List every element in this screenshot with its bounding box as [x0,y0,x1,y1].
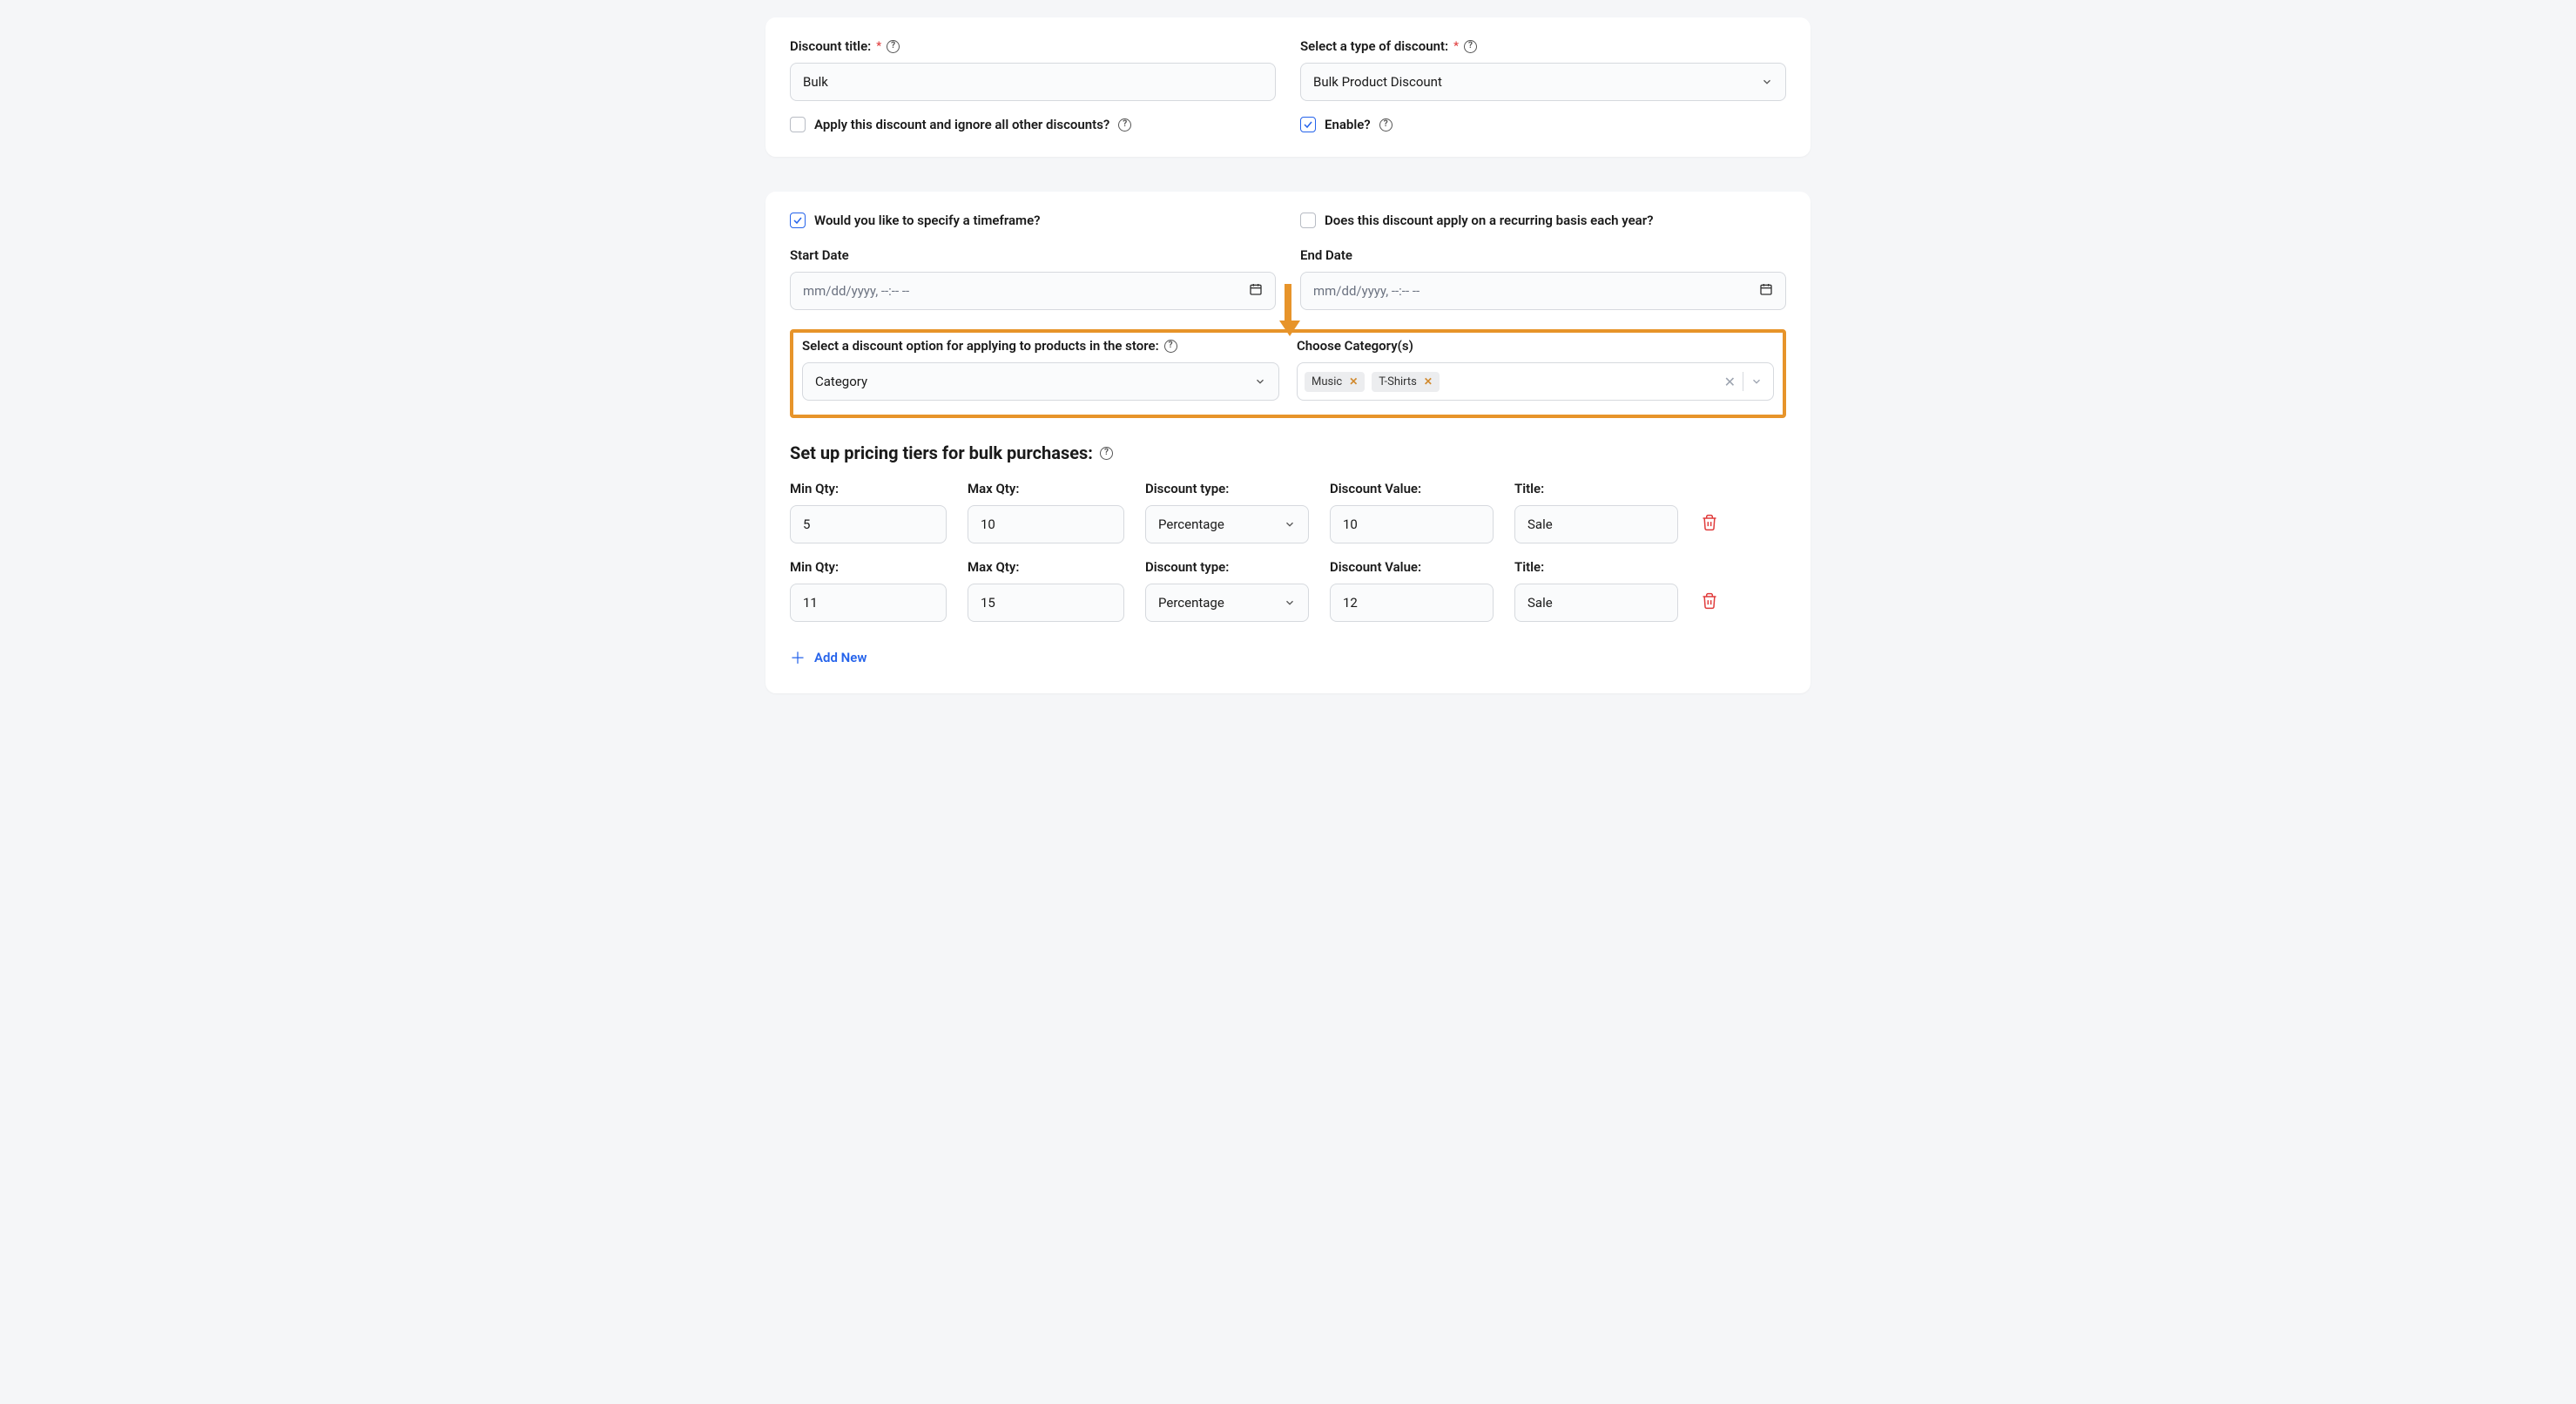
min-qty-label: Min Qty: [790,481,947,496]
chevron-down-icon [1284,597,1296,609]
discount-type-tier-select[interactable]: Percentage [1145,584,1309,622]
max-qty-label: Max Qty: [968,481,1124,496]
start-date-label: Start Date [790,247,1276,263]
tag-remove-icon[interactable]: ✕ [1349,375,1358,388]
discount-option-select[interactable]: Category [802,362,1279,401]
discount-basics-card: Discount title: * ? Bulk Select a type o… [765,17,1811,157]
discount-config-card: Would you like to specify a timeframe? D… [765,192,1811,693]
tier-row: Min Qty: 11 Max Qty: 15 Discount type: P… [790,559,1786,622]
recurring-label: Does this discount apply on a recurring … [1325,213,1654,228]
choose-categories-label: Choose Category(s) [1297,338,1774,354]
discount-value-input[interactable]: 12 [1330,584,1494,622]
chevron-down-icon [1284,518,1296,530]
category-tag: T-Shirts ✕ [1372,372,1440,392]
annotation-highlight-box: Select a discount option for applying to… [790,329,1786,418]
info-icon[interactable]: ? [1118,118,1131,132]
delete-tier-button[interactable] [1701,514,1718,535]
max-qty-input[interactable]: 10 [968,505,1124,543]
discount-option-label: Select a discount option for applying to… [802,338,1279,354]
info-icon[interactable]: ? [887,40,900,53]
enable-label: Enable? [1325,117,1371,132]
discount-title-label: Discount title: * ? [790,38,1276,54]
required-asterisk: * [1453,40,1459,53]
info-icon[interactable]: ? [1100,447,1113,460]
end-date-label: End Date [1300,247,1786,263]
info-icon[interactable]: ? [1464,40,1477,53]
calendar-icon [1759,282,1773,300]
end-date-input[interactable]: mm/dd/yyyy, --:-- -- [1300,272,1786,310]
ignore-others-label: Apply this discount and ignore all other… [814,117,1109,132]
add-new-tier-button[interactable]: ＋ Add New [790,646,867,669]
pricing-tiers-title: Set up pricing tiers for bulk purchases:… [790,442,1786,463]
recurring-checkbox[interactable] [1300,213,1316,228]
clear-all-icon[interactable]: ✕ [1724,374,1736,390]
tier-title-input[interactable]: Sale [1514,505,1678,543]
required-asterisk: * [876,40,881,53]
min-qty-input[interactable]: 11 [790,584,947,622]
discount-type-select[interactable]: Bulk Product Discount [1300,63,1786,101]
tier-title-label: Title: [1514,559,1678,575]
timeframe-checkbox[interactable] [790,213,806,228]
chevron-down-icon [1761,76,1773,88]
discount-type-tier-select[interactable]: Percentage [1145,505,1309,543]
plus-icon: ＋ [790,646,806,669]
discount-value-input[interactable]: 10 [1330,505,1494,543]
delete-tier-button[interactable] [1701,592,1718,613]
category-tag: Music ✕ [1305,372,1365,392]
chevron-down-icon [1254,375,1266,388]
timeframe-label: Would you like to specify a timeframe? [814,213,1041,228]
tier-title-label: Title: [1514,481,1678,496]
ignore-others-checkbox[interactable] [790,117,806,132]
tier-row: Min Qty: 5 Max Qty: 10 Discount type: Pe… [790,481,1786,543]
discount-value-label: Discount Value: [1330,559,1494,575]
start-date-input[interactable]: mm/dd/yyyy, --:-- -- [790,272,1276,310]
discount-value-label: Discount Value: [1330,481,1494,496]
min-qty-label: Min Qty: [790,559,947,575]
max-qty-label: Max Qty: [968,559,1124,575]
discount-type-label: Select a type of discount: * ? [1300,38,1786,54]
categories-multiselect[interactable]: Music ✕ T-Shirts ✕ ✕ [1297,362,1774,401]
discount-type-tier-label: Discount type: [1145,481,1309,496]
calendar-icon [1249,282,1263,300]
enable-checkbox[interactable] [1300,117,1316,132]
info-icon[interactable]: ? [1379,118,1393,132]
tag-remove-icon[interactable]: ✕ [1424,375,1433,388]
max-qty-input[interactable]: 15 [968,584,1124,622]
discount-title-input[interactable]: Bulk [790,63,1276,101]
discount-type-tier-label: Discount type: [1145,559,1309,575]
min-qty-input[interactable]: 5 [790,505,947,543]
tier-title-input[interactable]: Sale [1514,584,1678,622]
info-icon[interactable]: ? [1164,340,1177,353]
chevron-down-icon[interactable] [1750,375,1763,388]
